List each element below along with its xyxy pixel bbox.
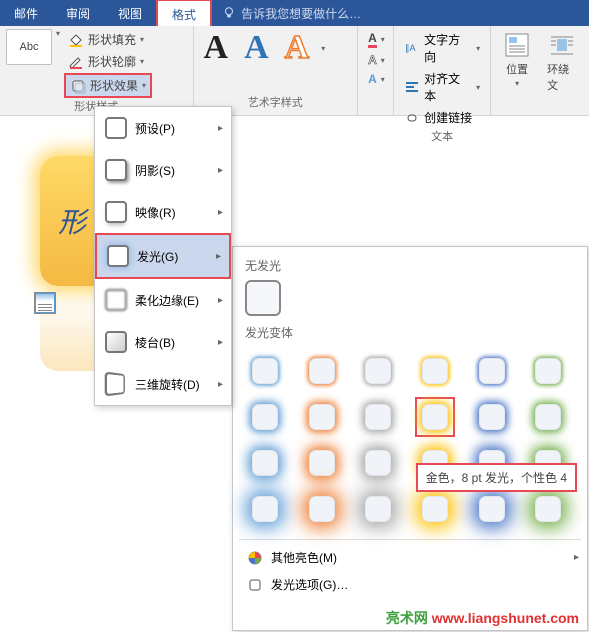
- text-effects-button[interactable]: A▾: [364, 70, 387, 88]
- preset-icon: [105, 117, 127, 139]
- glow-swatch[interactable]: [245, 443, 285, 483]
- group-label-text: 文本: [400, 128, 484, 146]
- glow-swatch[interactable]: [415, 351, 455, 391]
- glow-swatch[interactable]: [245, 489, 285, 529]
- layout-options-button[interactable]: [34, 292, 56, 314]
- bevel-icon: [105, 331, 127, 353]
- watermark: 亮术网 www.liangshunet.com: [386, 608, 579, 628]
- no-glow-swatch[interactable]: [245, 280, 281, 316]
- wordart-expand[interactable]: ▾: [321, 44, 325, 53]
- menu-3d-rotation[interactable]: 三维旋转(D) ▸: [95, 363, 231, 405]
- tab-mail[interactable]: 邮件: [0, 0, 52, 27]
- wordart-style-3[interactable]: A: [281, 29, 314, 67]
- shape-effects-menu: 预设(P) ▸ 阴影(S) ▸ 映像(R) ▸ 发光(G) ▸ 柔化边缘(E) …: [94, 106, 232, 406]
- wrap-icon: [548, 31, 576, 59]
- glow-swatch[interactable]: [245, 397, 285, 437]
- glow-swatch[interactable]: [528, 489, 568, 529]
- tab-review[interactable]: 审阅: [52, 0, 104, 27]
- shadow-icon: [105, 159, 127, 181]
- svg-text:∥A: ∥A: [405, 43, 416, 53]
- glow-swatch[interactable]: [472, 351, 512, 391]
- more-glow-colors[interactable]: 其他亮色(M) ▸: [239, 544, 581, 571]
- chevron-right-icon: ▸: [218, 165, 223, 176]
- chevron-right-icon: ▸: [218, 207, 223, 218]
- glow-options-icon: [247, 577, 263, 593]
- wordart-style-1[interactable]: A: [200, 29, 233, 67]
- style-gallery-expand[interactable]: ▾: [56, 29, 60, 38]
- menu-glow[interactable]: 发光(G) ▸: [95, 233, 231, 279]
- menu-preset[interactable]: 预设(P) ▸: [95, 107, 231, 149]
- shape-effects-button[interactable]: 形状效果 ▾: [64, 73, 152, 98]
- chevron-down-icon: ▾: [142, 81, 146, 90]
- effects-icon: [70, 78, 86, 94]
- text-direction-icon: ∥A: [404, 40, 420, 56]
- bucket-icon: [68, 32, 84, 48]
- color-wheel-icon: [247, 550, 263, 566]
- link-icon: [404, 110, 420, 126]
- create-link-button[interactable]: 创建链接: [400, 107, 484, 128]
- align-text-button[interactable]: 对齐文本▾: [400, 68, 484, 106]
- tell-me-text: 告诉我您想要做什么…: [241, 5, 361, 22]
- glow-tooltip: 金色，8 pt 发光，个性色 4: [416, 463, 577, 492]
- position-icon: [503, 31, 531, 59]
- tab-view[interactable]: 视图: [104, 0, 156, 27]
- menu-bevel[interactable]: 棱台(B) ▸: [95, 321, 231, 363]
- shape-outline-button[interactable]: 形状轮廓 ▾: [64, 51, 152, 72]
- no-glow-label: 无发光: [245, 257, 581, 274]
- text-direction-button[interactable]: ∥A 文字方向▾: [400, 29, 484, 67]
- wrap-text-button[interactable]: 环绕文: [541, 29, 583, 95]
- pen-icon: [68, 54, 84, 70]
- glow-swatch[interactable]: [358, 351, 398, 391]
- glow-swatch[interactable]: [302, 489, 342, 529]
- glow-swatch[interactable]: [302, 351, 342, 391]
- menu-shadow[interactable]: 阴影(S) ▸: [95, 149, 231, 191]
- wordart-style-2[interactable]: A: [240, 29, 273, 67]
- bulb-icon: [222, 6, 236, 20]
- shape-fill-button[interactable]: 形状填充 ▾: [64, 29, 152, 50]
- glow-swatch[interactable]: [358, 489, 398, 529]
- glow-swatch[interactable]: [472, 489, 512, 529]
- chevron-down-icon: ▾: [140, 35, 144, 44]
- soft-edges-icon: [105, 289, 127, 311]
- glow-icon: [107, 245, 129, 267]
- glow-swatch[interactable]: [415, 397, 455, 437]
- align-text-icon: [404, 79, 420, 95]
- glow-swatch[interactable]: [302, 397, 342, 437]
- chevron-right-icon: ▸: [574, 552, 579, 563]
- glow-swatch[interactable]: [528, 351, 568, 391]
- chevron-right-icon: ▸: [216, 251, 221, 262]
- glow-swatch[interactable]: [245, 351, 285, 391]
- chevron-right-icon: ▸: [218, 379, 223, 390]
- text-fill-button[interactable]: A▾: [364, 29, 387, 50]
- glow-swatch[interactable]: [528, 397, 568, 437]
- chevron-right-icon: ▸: [218, 123, 223, 134]
- menu-soft-edges[interactable]: 柔化边缘(E) ▸: [95, 279, 231, 321]
- glow-options[interactable]: 发光选项(G)…: [239, 571, 581, 598]
- glow-gallery-panel: 无发光 发光变体 金色，8 pt 发光，个性色 4 其他亮色(M) ▸ 发光选项…: [232, 246, 588, 631]
- glow-variants-label: 发光变体: [245, 324, 581, 341]
- chevron-right-icon: ▸: [218, 295, 223, 306]
- menu-reflection[interactable]: 映像(R) ▸: [95, 191, 231, 233]
- layout-options-icon: [35, 293, 55, 313]
- glow-swatch[interactable]: [302, 443, 342, 483]
- glow-swatch[interactable]: [358, 397, 398, 437]
- shape-text: 形: [58, 201, 86, 241]
- glow-swatch[interactable]: [415, 489, 455, 529]
- glow-swatch[interactable]: [358, 443, 398, 483]
- chevron-right-icon: ▸: [218, 337, 223, 348]
- shape-style-preset[interactable]: Abc: [6, 29, 52, 65]
- glow-swatch[interactable]: [472, 397, 512, 437]
- tab-format[interactable]: 格式: [156, 0, 212, 28]
- text-outline-button[interactable]: A▾: [364, 51, 387, 69]
- tell-me-search[interactable]: 告诉我您想要做什么…: [222, 5, 361, 22]
- position-button[interactable]: 位置▾: [497, 29, 537, 90]
- chevron-down-icon: ▾: [140, 57, 144, 66]
- rotation-3d-icon: [105, 372, 125, 397]
- reflection-icon: [105, 201, 127, 223]
